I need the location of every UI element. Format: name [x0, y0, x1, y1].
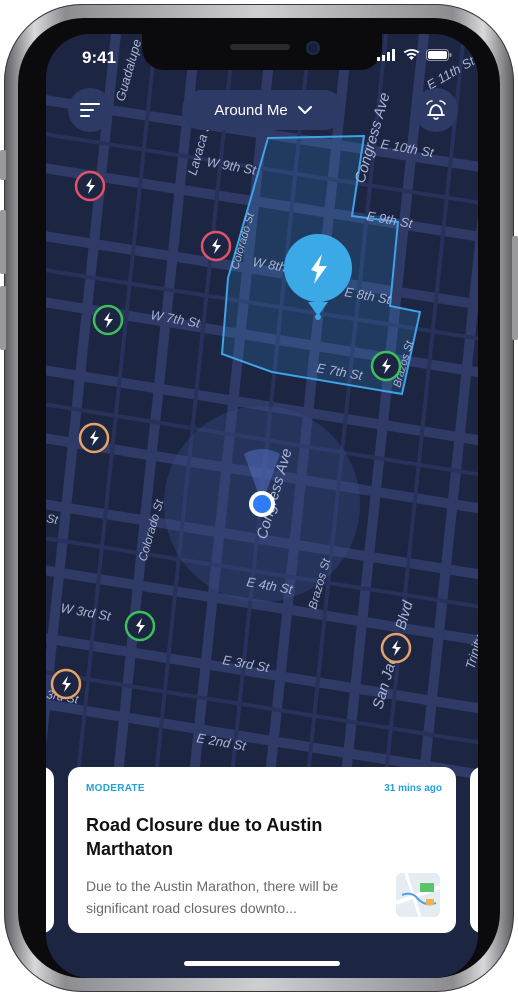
incident-marker-red-2[interactable]: [200, 230, 232, 262]
incident-marker-green-3[interactable]: [124, 610, 156, 642]
app-screen: Guadalupe Lavaca St W 9th St Colorado St…: [46, 34, 478, 978]
speaker-grill: [230, 44, 290, 50]
incident-marker-green-1[interactable]: [92, 304, 124, 336]
alarm-clock-icon: [426, 100, 446, 120]
notch: [142, 34, 382, 70]
cellular-signal-icon: [377, 49, 395, 61]
menu-button[interactable]: [68, 88, 112, 132]
incident-marker-red-1[interactable]: [74, 170, 106, 202]
incident-marker-orange-1[interactable]: [78, 422, 110, 454]
next-card-peek[interactable]: [470, 767, 478, 933]
incident-marker-orange-2[interactable]: [380, 632, 412, 664]
location-filter-label: Around Me: [214, 101, 288, 119]
battery-icon: [426, 49, 452, 61]
incident-title: Road Closure due to Austin Marthaton: [86, 815, 323, 859]
incident-severity: MODERATE: [86, 783, 145, 794]
user-location-dot: [249, 491, 275, 517]
incident-description: Due to the Austin Marathon, there will b…: [86, 878, 339, 916]
hamburger-menu-icon: [80, 103, 100, 117]
status-icons: [377, 49, 452, 61]
chevron-down-icon: [297, 105, 312, 114]
incident-time: 31 mins ago: [384, 783, 442, 794]
status-time: 9:41: [82, 48, 117, 67]
incident-marker-orange-3[interactable]: [50, 668, 82, 700]
incident-card[interactable]: MODERATE 31 mins ago Road Closure due to…: [68, 767, 456, 933]
incident-marker-green-2[interactable]: [370, 350, 402, 382]
front-camera: [306, 41, 320, 55]
location-filter-dropdown[interactable]: Around Me: [182, 90, 344, 130]
incident-cards-carousel[interactable]: MODERATE 31 mins ago Road Closure due to…: [46, 767, 478, 935]
alerts-button[interactable]: [414, 88, 458, 132]
home-indicator: [184, 961, 340, 966]
map-thumbnail-icon: [396, 873, 440, 917]
previous-card-peek[interactable]: [46, 767, 54, 933]
wifi-icon: [403, 49, 420, 60]
